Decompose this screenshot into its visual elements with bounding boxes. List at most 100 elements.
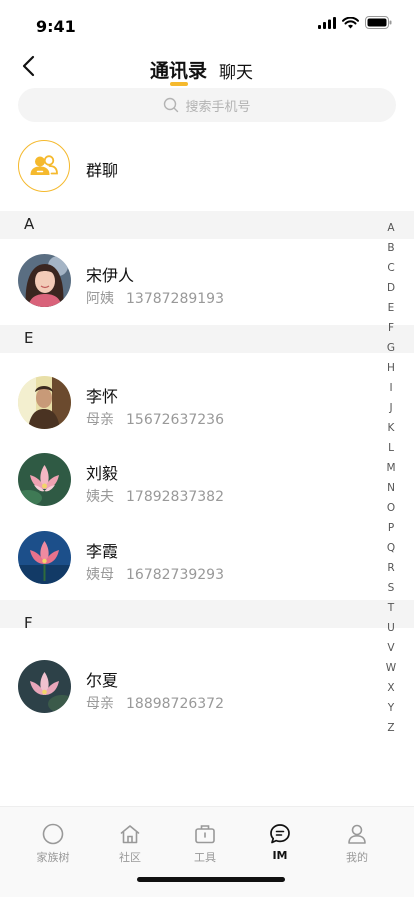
alphabet-letter[interactable]: G	[387, 338, 395, 358]
contact-relation: 姨母	[86, 567, 114, 583]
avatar	[18, 376, 71, 429]
tab-profile[interactable]: 我的	[318, 823, 396, 865]
alphabet-letter[interactable]: I	[389, 378, 392, 398]
contact-name[interactable]: 李怀	[86, 383, 118, 407]
bottom-tab-bar: 家族树 社区 工具 IM 我的	[0, 806, 414, 897]
contact-relation: 母亲	[86, 412, 114, 428]
cellular-signal-icon	[318, 16, 336, 29]
search-input[interactable]: 搜索手机号	[18, 88, 396, 122]
section-letter: F	[24, 614, 33, 632]
alphabet-letter[interactable]: N	[387, 478, 395, 498]
contact-subtitle: 姨母 16782739293	[86, 564, 224, 584]
contact-name[interactable]: 李霞	[86, 538, 118, 562]
community-icon	[120, 825, 140, 844]
chevron-left-icon	[22, 55, 35, 77]
tab-tools[interactable]: 工具	[166, 823, 244, 865]
contact-phone: 18898726372	[126, 696, 224, 712]
alphabet-letter[interactable]: D	[387, 278, 395, 298]
contact-avatar[interactable]	[18, 660, 71, 713]
alphabet-letter[interactable]: L	[388, 438, 394, 458]
contact-name[interactable]: 刘毅	[86, 460, 118, 484]
alphabet-letter[interactable]: E	[388, 298, 395, 318]
portrait-woman-image	[18, 254, 71, 307]
section-header-f: F	[0, 600, 414, 632]
alphabet-letter[interactable]: H	[387, 358, 395, 378]
contact-avatar[interactable]	[18, 254, 71, 307]
tab-label: 家族树	[36, 851, 70, 864]
alphabet-letter[interactable]: Z	[387, 718, 394, 738]
portrait-man-image	[18, 376, 71, 429]
status-icons	[318, 16, 392, 29]
alphabet-letter[interactable]: T	[388, 598, 394, 618]
alphabet-letter[interactable]: C	[387, 258, 394, 278]
group-icon	[30, 155, 58, 175]
contact-avatar[interactable]	[18, 531, 71, 584]
contact-avatar[interactable]	[18, 376, 71, 429]
alphabet-letter[interactable]: R	[387, 558, 394, 578]
back-button[interactable]	[18, 52, 42, 80]
alphabet-letter[interactable]: S	[388, 578, 395, 598]
avatar	[18, 453, 71, 506]
contact-name[interactable]: 尔夏	[86, 667, 118, 691]
avatar	[18, 660, 71, 713]
contact-name[interactable]: 宋伊人	[86, 262, 134, 286]
avatar	[18, 531, 71, 584]
alphabet-letter[interactable]: U	[387, 618, 395, 638]
contact-phone: 15672637236	[126, 412, 224, 428]
alphabet-letter[interactable]: Q	[387, 538, 395, 558]
section-header-e: E	[0, 325, 414, 353]
alphabet-letter[interactable]: W	[386, 658, 396, 678]
contact-subtitle: 姨夫 17892837382	[86, 486, 224, 506]
search-icon	[164, 97, 179, 113]
contact-relation: 母亲	[86, 696, 114, 712]
alphabet-letter[interactable]: M	[386, 458, 395, 478]
tab-label: 工具	[194, 851, 216, 864]
tab-im[interactable]: IM	[241, 823, 319, 862]
contact-relation: 阿姨	[86, 291, 114, 307]
tab-active-indicator	[170, 82, 188, 86]
family-tree-icon	[42, 823, 64, 845]
alphabet-letter[interactable]: B	[387, 238, 394, 258]
home-indicator	[137, 877, 285, 882]
battery-icon	[365, 16, 392, 29]
contact-subtitle: 阿姨 13787289193	[86, 288, 224, 308]
contact-phone: 17892837382	[126, 489, 224, 505]
alphabet-letter[interactable]: A	[387, 218, 394, 238]
chat-icon	[270, 824, 290, 844]
group-chat-label[interactable]: 群聊	[86, 157, 118, 181]
status-time: 9:41	[36, 17, 76, 36]
section-header-a: A	[0, 211, 414, 239]
contact-subtitle: 母亲 18898726372	[86, 693, 224, 713]
section-letter: A	[24, 215, 35, 233]
tab-community[interactable]: 社区	[91, 823, 169, 865]
contact-phone: 16782739293	[126, 567, 224, 583]
wifi-icon	[342, 16, 359, 28]
tools-icon	[195, 825, 215, 844]
alphabet-index[interactable]: ABCDEFGHIJKLMNOPQRSTUVWXYZ	[384, 218, 398, 738]
lotus-flower-image	[18, 453, 71, 506]
alphabet-letter[interactable]: P	[388, 518, 394, 538]
alphabet-letter[interactable]: F	[388, 318, 394, 338]
tab-chat[interactable]: 聊天	[219, 58, 253, 83]
group-chat-avatar[interactable]	[18, 140, 70, 192]
alphabet-letter[interactable]: Y	[388, 698, 394, 718]
contact-subtitle: 母亲 15672637236	[86, 409, 224, 429]
contact-avatar[interactable]	[18, 453, 71, 506]
lotus-flower-image	[18, 660, 71, 713]
profile-icon	[348, 824, 366, 844]
contact-relation: 姨夫	[86, 489, 114, 505]
tab-label: 社区	[119, 851, 141, 864]
alphabet-letter[interactable]: V	[387, 638, 394, 658]
alphabet-letter[interactable]: X	[387, 678, 394, 698]
alphabet-letter[interactable]: K	[388, 418, 395, 438]
section-letter: E	[24, 329, 34, 347]
tab-contacts[interactable]: 通讯录	[150, 56, 207, 83]
tab-label: IM	[272, 849, 288, 862]
lotus-flower-image	[18, 531, 71, 584]
alphabet-letter[interactable]: J	[389, 398, 392, 418]
tab-family-tree[interactable]: 家族树	[14, 823, 92, 865]
tab-label: 我的	[346, 851, 368, 864]
avatar	[18, 254, 71, 307]
contact-phone: 13787289193	[126, 291, 224, 307]
alphabet-letter[interactable]: O	[387, 498, 395, 518]
